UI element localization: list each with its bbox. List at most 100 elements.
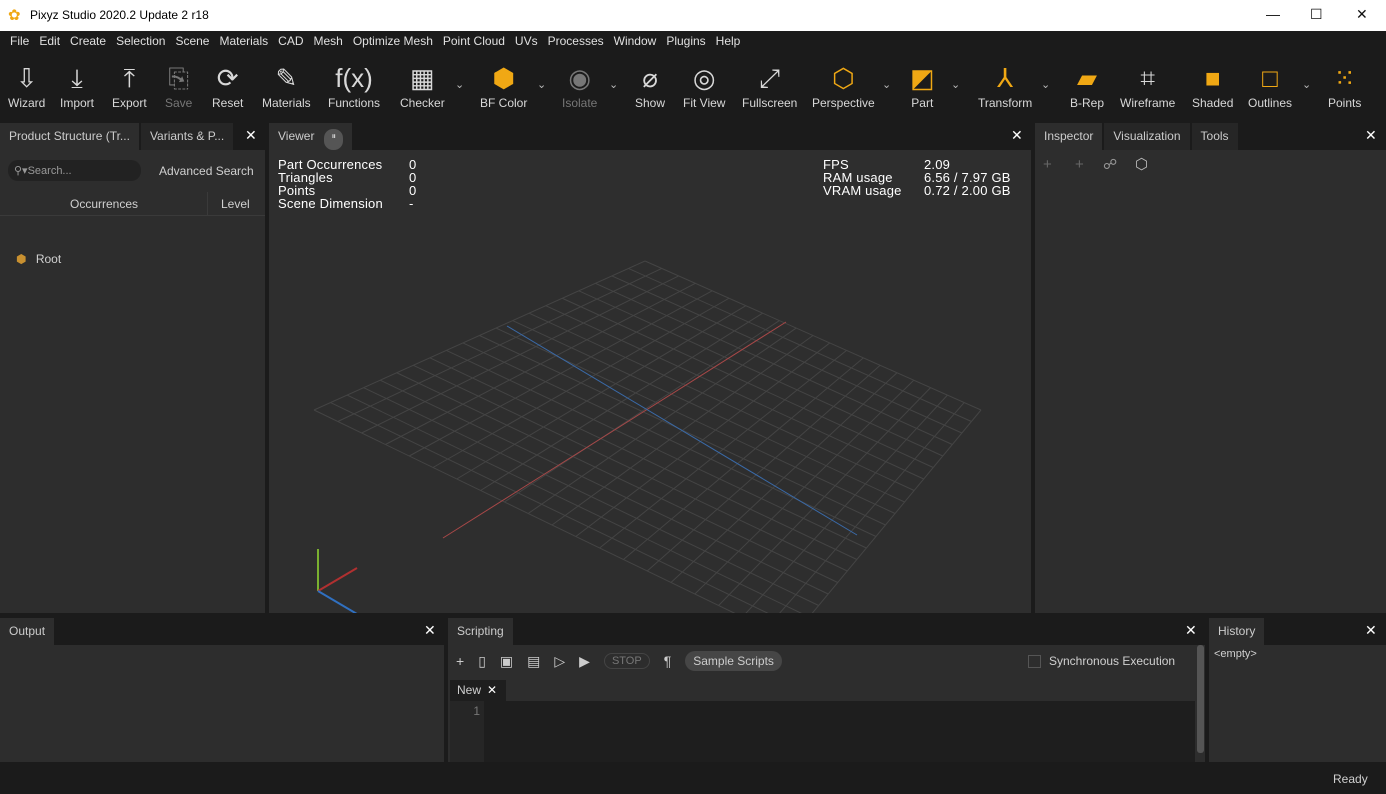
advanced-search-button[interactable]: Advanced Search <box>159 164 254 178</box>
save-script-icon[interactable]: ▣ <box>500 653 513 670</box>
hexagon-icon[interactable]: ⬡ <box>1135 155 1148 173</box>
wireframe-button[interactable]: ⌗ Wireframe <box>1120 60 1175 110</box>
b-rep-button[interactable]: ▰ B-Rep <box>1070 60 1104 110</box>
save-button[interactable]: ⎘ Save <box>165 60 192 110</box>
materials-button[interactable]: ✎ Materials <box>262 60 311 110</box>
pilcrow-icon[interactable]: ¶ <box>664 653 672 669</box>
tab-product-structure[interactable]: Product Structure (Tr... <box>0 123 139 150</box>
import-button[interactable]: ⤓ Import <box>60 60 94 110</box>
minimize-button[interactable]: — <box>1266 6 1280 22</box>
run-icon[interactable]: ▷ <box>554 653 565 670</box>
isolate-button[interactable]: ◉ Isolate <box>562 60 597 110</box>
add-component-icon[interactable]: + <box>1075 156 1084 173</box>
tab-viewer[interactable]: Viewer ⏸ <box>269 123 352 150</box>
col-level[interactable]: Level <box>221 197 250 211</box>
close-icon[interactable]: ✕ <box>1185 622 1197 639</box>
tab-output[interactable]: Output <box>0 618 55 645</box>
chevron-down-icon[interactable]: ⌄ <box>455 78 464 91</box>
chevron-down-icon[interactable]: ⌄ <box>537 78 546 91</box>
fullscreen-button[interactable]: ⤢ Fullscreen <box>742 60 797 110</box>
tab-visualization[interactable]: Visualization <box>1104 123 1190 150</box>
menu-create[interactable]: Create <box>65 31 111 52</box>
points-button[interactable]: ⁙ Points <box>1328 60 1361 110</box>
menu-plugins[interactable]: Plugins <box>661 31 710 52</box>
pause-icon[interactable]: ⏸ <box>324 129 343 150</box>
checker-button[interactable]: ▦ Checker <box>400 60 445 110</box>
close-icon[interactable]: ✕ <box>1365 127 1377 144</box>
points-icon: ⁙ <box>1333 63 1356 93</box>
close-icon[interactable]: ✕ <box>424 622 436 639</box>
tab-history[interactable]: History <box>1209 618 1265 645</box>
checker-label: Checker <box>400 96 445 110</box>
close-icon[interactable]: ✕ <box>245 127 257 144</box>
menu-mesh[interactable]: Mesh <box>309 31 348 52</box>
menu-point-cloud[interactable]: Point Cloud <box>438 31 510 52</box>
sample-scripts-button[interactable]: Sample Scripts <box>685 651 782 671</box>
stop-button[interactable]: STOP <box>603 653 650 669</box>
menu-cad[interactable]: CAD <box>273 31 308 52</box>
tab-inspector[interactable]: Inspector <box>1035 123 1103 150</box>
menu-processes[interactable]: Processes <box>543 31 609 52</box>
transform-button[interactable]: ⅄ Transform <box>978 60 1032 110</box>
b-rep-label: B-Rep <box>1070 96 1105 110</box>
menu-materials[interactable]: Materials <box>214 31 273 52</box>
tab-tools[interactable]: Tools <box>1191 123 1238 150</box>
menu-file[interactable]: File <box>5 31 34 52</box>
code-editor[interactable]: 1 <box>450 701 1195 762</box>
chevron-down-icon[interactable]: ⌄ <box>609 78 618 91</box>
wizard-button[interactable]: ⇩ Wizard <box>8 60 45 110</box>
bf-color-icon: ⬢ <box>492 63 516 93</box>
grid-line <box>718 387 931 606</box>
close-icon[interactable]: ✕ <box>487 683 497 697</box>
search-input[interactable]: ⚲▾Search... <box>8 160 141 181</box>
menu-window[interactable]: Window <box>609 31 662 52</box>
menu-selection[interactable]: Selection <box>111 31 170 52</box>
open-script-icon[interactable]: ▯ <box>478 653 486 670</box>
functions-button[interactable]: f(x) Functions <box>328 60 380 110</box>
scrollbar[interactable] <box>1197 645 1204 753</box>
menu-uvs[interactable]: UVs <box>510 31 543 52</box>
close-icon[interactable]: ✕ <box>1011 127 1023 144</box>
close-icon[interactable]: ✕ <box>1365 622 1377 639</box>
save-as-script-icon[interactable]: ▤ <box>527 653 540 670</box>
chevron-down-icon[interactable]: ⌄ <box>882 78 891 91</box>
close-window-button[interactable]: ✕ <box>1356 6 1368 23</box>
perspective-button[interactable]: ⬡ Perspective <box>812 60 875 110</box>
history-list: <empty> <box>1209 645 1386 762</box>
tree-item-root[interactable]: ⬢ Root <box>16 252 61 266</box>
show-button[interactable]: ⌀ Show <box>635 60 665 110</box>
tab-new-script[interactable]: New ✕ <box>450 680 506 701</box>
b-rep-icon: ▰ <box>1077 63 1097 93</box>
maximize-button[interactable]: ☐ <box>1310 6 1323 23</box>
outlines-button[interactable]: □ Outlines <box>1248 60 1292 110</box>
transform-icon: ⅄ <box>997 63 1014 93</box>
part-icon: ⬢ <box>16 252 27 266</box>
tab-scripting[interactable]: Scripting <box>448 618 513 645</box>
menu-edit[interactable]: Edit <box>34 31 65 52</box>
run-selection-icon[interactable]: ▶ <box>579 653 590 670</box>
tab-variants[interactable]: Variants & P... <box>140 123 234 150</box>
sync-checkbox[interactable] <box>1028 654 1041 668</box>
shaded-button[interactable]: ■ Shaded <box>1192 60 1233 110</box>
export-button[interactable]: ⤒ Export <box>112 60 147 110</box>
chevron-down-icon[interactable]: ⌄ <box>951 78 960 91</box>
new-script-icon[interactable]: + <box>456 653 464 669</box>
fit-view-button[interactable]: ◎ Fit View <box>683 60 725 110</box>
add-property-icon[interactable]: + <box>1043 156 1052 173</box>
bf-color-button[interactable]: ⬢ BF Color <box>480 60 527 110</box>
chevron-down-icon[interactable]: ⌄ <box>1302 78 1311 91</box>
reset-button[interactable]: ⟳ Reset <box>212 60 243 110</box>
chevron-down-icon[interactable]: ⌄ <box>1041 78 1050 91</box>
viewport-3d[interactable] <box>269 150 1031 613</box>
components-icon[interactable]: ☍ <box>1103 156 1117 173</box>
wizard-icon: ⇩ <box>15 63 38 93</box>
menu-help[interactable]: Help <box>711 31 746 52</box>
grid-line <box>811 409 982 613</box>
col-occurrences[interactable]: Occurrences <box>70 197 138 211</box>
app-logo-icon: ✿ <box>8 7 21 24</box>
history-panel: History ✕ <empty> <box>1209 617 1386 762</box>
scripting-panel: Scripting ✕ + ▯ ▣ ▤ ▷ ▶ STOP ¶ Sample Sc… <box>448 617 1205 762</box>
part-button[interactable]: ◩ Part <box>910 60 935 110</box>
menu-scene[interactable]: Scene <box>170 31 214 52</box>
menu-optimize-mesh[interactable]: Optimize Mesh <box>348 31 438 52</box>
